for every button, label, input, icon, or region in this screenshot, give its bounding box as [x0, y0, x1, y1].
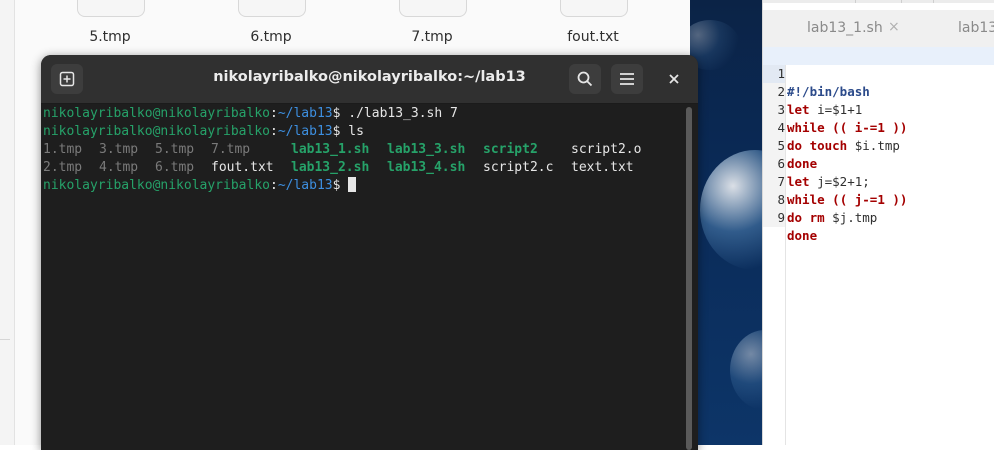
code-line[interactable]: 9 done [763, 191, 994, 243]
ls-entry: script2.o [571, 142, 642, 157]
terminal-header-bar[interactable]: nikolayribalko@nikolayribalko:~/lab13 [41, 55, 698, 104]
ls-entry: 1.tmp [43, 142, 83, 157]
terminal-scrollbar[interactable] [686, 107, 692, 450]
scrollbar-thumb[interactable] [686, 107, 692, 450]
command-text: ./lab13_3.sh 7 [348, 106, 458, 121]
text-cursor [348, 177, 357, 192]
code-line[interactable]: 5 done [763, 119, 994, 171]
ls-entry: script2.c [483, 160, 554, 175]
editor-toolbar-strip [763, 0, 994, 3]
tab-close-icon[interactable]: × [888, 19, 900, 35]
ls-entry: text.txt [571, 160, 634, 175]
code-line[interactable]: 7 while (( j-=1 )) [763, 155, 994, 207]
code-line[interactable]: 1 #!/bin/bash [763, 47, 994, 99]
ls-entry: 6.tmp [155, 160, 195, 175]
line-number: 9 [763, 209, 785, 227]
command-text: ls [348, 124, 364, 139]
ls-entry: lab13_1.sh [291, 142, 370, 157]
prompt-path: ~/lab13 [277, 124, 333, 139]
file-icon[interactable] [77, 0, 145, 17]
ls-output-row: 2.tmp 4.tmp 6.tmp fout.txt lab13_2.sh la… [43, 159, 683, 177]
close-button[interactable] [661, 66, 687, 92]
ls-entry: fout.txt [211, 160, 274, 175]
code-text: $j.tmp [824, 210, 878, 225]
editor-tab-bar: lab13_1.sh × lab13_ [763, 10, 994, 48]
ls-entry: lab13_3.sh [387, 142, 466, 157]
terminal-window[interactable]: nikolayribalko@nikolayribalko:~/lab13 ni… [41, 55, 698, 450]
ls-entry: lab13_4.sh [387, 160, 466, 175]
ls-output-row: 1.tmp 3.tmp 5.tmp 7.tmp lab13_1.sh lab13… [43, 141, 683, 159]
prompt-path: ~/lab13 [277, 178, 333, 193]
hamburger-menu-icon [620, 73, 634, 85]
file-label[interactable]: 6.tmp [216, 29, 326, 45]
terminal-line: nikolayribalko@nikolayribalko:~/lab13$ l… [43, 124, 364, 139]
code-line[interactable]: 8 do rm $j.tmp [763, 173, 994, 225]
code-line[interactable]: 2 let i=$1+1 [763, 65, 994, 117]
wallpaper-bubble [700, 150, 762, 270]
ls-entry: 3.tmp [99, 142, 139, 157]
terminal-line[interactable]: nikolayribalko@nikolayribalko:~/lab13$ [43, 177, 683, 195]
wallpaper-bubble [730, 330, 762, 410]
prompt-user: nikolayribalko@nikolayribalko [43, 106, 270, 121]
prompt-path: ~/lab13 [277, 106, 333, 121]
file-manager-sidebar-edge [0, 0, 15, 445]
file-label[interactable]: 5.tmp [55, 29, 165, 45]
file-label[interactable]: fout.txt [538, 29, 648, 45]
tab-lab13-other[interactable]: lab13_ [958, 20, 994, 36]
menu-button[interactable] [611, 64, 643, 94]
file-label[interactable]: 7.tmp [377, 29, 487, 45]
file-icon[interactable] [238, 0, 306, 17]
terminal-output[interactable]: nikolayribalko@nikolayribalko:~/lab13$ .… [43, 105, 683, 450]
text-editor-window: lab13_1.sh × lab13_ 1 #!/bin/bash 2 let … [762, 0, 994, 445]
prompt-user: nikolayribalko@nikolayribalko [43, 178, 270, 193]
desktop-wallpaper [690, 0, 762, 445]
terminal-line: nikolayribalko@nikolayribalko:~/lab13$ .… [43, 106, 458, 121]
ls-entry: 4.tmp [99, 160, 139, 175]
tab-lab13-1-sh[interactable]: lab13_1.sh [807, 20, 883, 36]
code-line[interactable]: 3 while (( i-=1 )) [763, 83, 994, 135]
keyword: done [787, 228, 818, 243]
ls-entry: lab13_2.sh [291, 160, 370, 175]
sidebar-divider [0, 339, 10, 340]
code-line[interactable]: 6 let j=$2+1; [763, 137, 994, 189]
ls-entry: 7.tmp [211, 142, 251, 157]
code-line[interactable]: 4 do touch $i.tmp [763, 101, 994, 153]
search-icon [577, 71, 593, 87]
prompt-user: nikolayribalko@nikolayribalko [43, 124, 270, 139]
close-icon [669, 74, 679, 84]
ls-entry: 5.tmp [155, 142, 195, 157]
code-area[interactable]: 1 #!/bin/bash 2 let i=$1+1 3 while (( i-… [763, 47, 994, 243]
search-button[interactable] [569, 64, 601, 94]
text-file-icon[interactable] [560, 0, 628, 17]
ls-entry: 2.tmp [43, 160, 83, 175]
ls-entry: script2 [483, 142, 538, 157]
file-icon[interactable] [399, 0, 467, 17]
